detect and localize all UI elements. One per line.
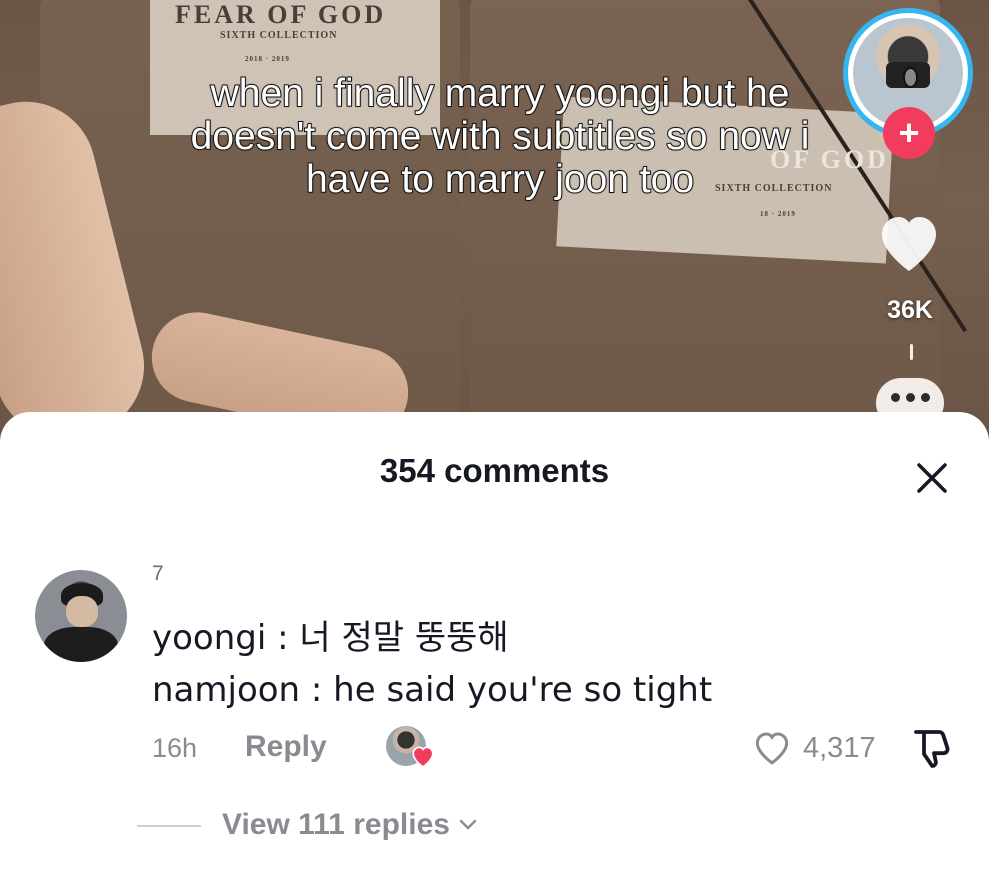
- avatar-body: [44, 627, 118, 662]
- view-replies-label: View 111 replies: [222, 808, 450, 841]
- view-replies-button[interactable]: View 111 replies: [222, 808, 478, 842]
- shirt-collection-left: SIXTH COLLECTION: [220, 30, 338, 41]
- shirt-years-right: 18 · 2019: [760, 210, 796, 218]
- heart-icon[interactable]: [873, 208, 945, 274]
- follow-button[interactable]: +: [883, 107, 935, 159]
- comment-line: yoongi : 너 정말 뚱뚱해: [152, 618, 509, 658]
- rail-divider: [910, 344, 913, 360]
- liked-by-creator-badge: [386, 726, 438, 770]
- shirt-years-left: 2018 · 2019: [245, 55, 290, 63]
- comment-like-count: 4,317: [803, 732, 876, 764]
- comment-timestamp: 16h: [152, 733, 198, 763]
- comment-line: namjoon : he said you're so tight: [152, 670, 713, 710]
- comment-text: yoongi : 너 정말 뚱뚱해 namjoon : he said you'…: [152, 612, 712, 716]
- reply-button[interactable]: Reply: [245, 730, 327, 764]
- heart-outline-icon[interactable]: [752, 728, 792, 766]
- close-button[interactable]: [910, 456, 954, 500]
- replies-divider: [137, 825, 201, 827]
- video-player[interactable]: FEAR OF GOD SIXTH COLLECTION 2018 · 2019…: [0, 0, 989, 440]
- avatar-face: [66, 595, 98, 628]
- shirt-brand-left: FEAR OF GOD: [175, 0, 387, 29]
- commenter-avatar[interactable]: [35, 570, 127, 662]
- chevron-down-icon: [459, 819, 477, 830]
- video-caption: when i finally marry yoongi but he doesn…: [190, 71, 811, 202]
- camera-icon: [886, 62, 930, 89]
- comments-title: 354 comments: [379, 452, 610, 489]
- close-icon: [917, 463, 947, 493]
- dot: [905, 392, 915, 402]
- comment-username[interactable]: 7: [152, 562, 164, 586]
- video-like-count: 36K: [887, 296, 933, 324]
- heart-icon: [412, 746, 434, 768]
- dot: [920, 392, 930, 402]
- thumbs-down-icon[interactable]: [908, 726, 956, 770]
- dot: [890, 392, 900, 402]
